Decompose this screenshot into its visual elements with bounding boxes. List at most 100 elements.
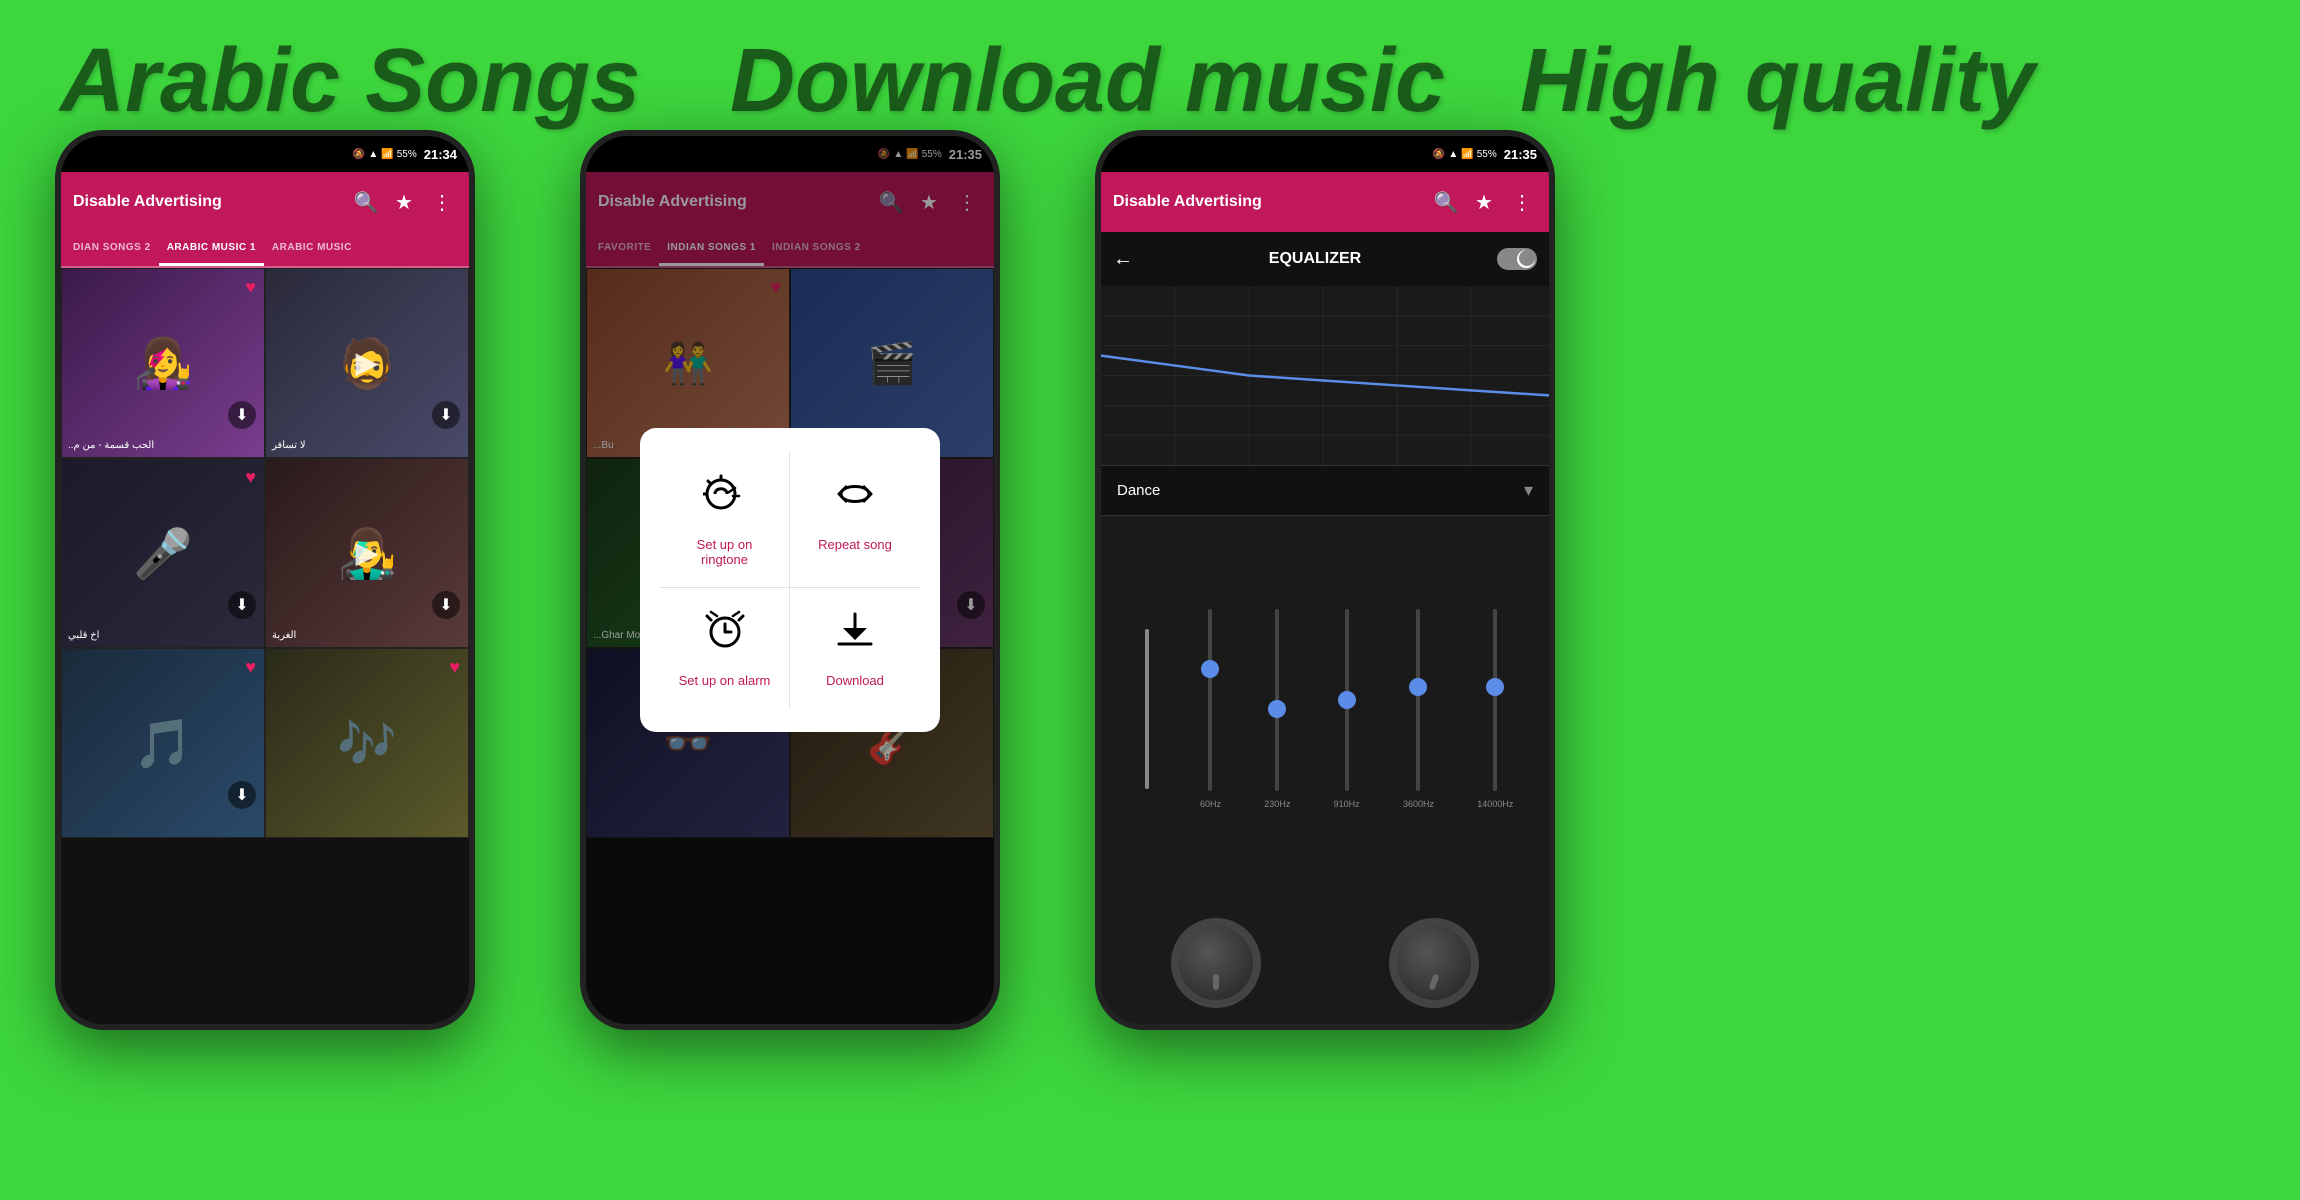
chevron-down-icon: ▾ bbox=[1524, 480, 1533, 501]
download-icon[interactable]: ⬇ bbox=[432, 401, 460, 429]
eq-title: EQUALIZER bbox=[1145, 250, 1485, 268]
eq-graph bbox=[1101, 286, 1549, 466]
repeat-song-option[interactable]: Repeat song bbox=[790, 452, 920, 587]
slider-14000hz[interactable]: 14000Hz bbox=[1477, 609, 1513, 809]
back-button[interactable]: ← bbox=[1113, 248, 1133, 271]
slider-230hz[interactable]: 230Hz bbox=[1264, 609, 1290, 809]
slider-label: 230Hz bbox=[1264, 799, 1290, 809]
tab-dian-songs-2[interactable]: DIAN SONGS 2 bbox=[65, 232, 159, 266]
slider-label: 60Hz bbox=[1200, 799, 1221, 809]
tab-arabic-music-1[interactable]: ARABIC MUSIC 1 bbox=[159, 232, 264, 266]
slider-track bbox=[1275, 609, 1279, 791]
ringtone-label: Set up on ringtone bbox=[676, 537, 773, 567]
app-title-1: Disable Advertising bbox=[73, 193, 343, 211]
download-icon[interactable]: ⬇ bbox=[432, 591, 460, 619]
slider-label: 14000Hz bbox=[1477, 799, 1513, 809]
alarm-label: Set up on alarm bbox=[679, 673, 771, 688]
play-icon[interactable]: ▶ bbox=[355, 536, 378, 571]
tabs-1: DIAN SONGS 2 ARABIC MUSIC 1 ARABIC MUSIC bbox=[61, 232, 469, 268]
phone1: 🔕 ▲ 📶 55% 21:34 Disable Advertising 🔍 ★ … bbox=[55, 130, 475, 1030]
search-icon-1[interactable]: 🔍 bbox=[351, 190, 381, 215]
slider-knob bbox=[1486, 678, 1504, 696]
play-icon[interactable]: ▶ bbox=[355, 346, 378, 381]
slider-knob bbox=[1338, 691, 1356, 709]
heart-icon[interactable]: ♥ bbox=[245, 467, 256, 488]
favorites-icon-1[interactable]: ★ bbox=[389, 190, 419, 215]
battery-level: 55% bbox=[1477, 149, 1497, 160]
repeat-icon bbox=[833, 472, 877, 525]
slider-label: 910Hz bbox=[1334, 799, 1360, 809]
download-label: Download bbox=[826, 673, 884, 688]
slider-label: 3600Hz bbox=[1403, 799, 1434, 809]
list-item[interactable]: 👨‍🎤 ▶ ⬇ الغربة bbox=[265, 458, 469, 648]
phone3: 🔕 ▲ 📶 55% 21:35 Disable Advertising 🔍 ★ … bbox=[1095, 130, 1555, 1030]
eq-preset[interactable]: Dance ▾ bbox=[1101, 466, 1549, 516]
slider-track bbox=[1416, 609, 1420, 791]
app-title-3: Disable Advertising bbox=[1113, 193, 1423, 211]
song-name: اخ قلبي bbox=[68, 630, 99, 641]
knob-1[interactable] bbox=[1171, 918, 1261, 1008]
list-item[interactable]: 👩‍🎤 ♥ ⬇ الحب قسمة - من م.. bbox=[61, 268, 265, 458]
wifi-icon: ▲ bbox=[368, 149, 378, 160]
tab-arabic-music-2[interactable]: ARABIC MUSIC bbox=[264, 232, 360, 266]
slider-track bbox=[1345, 609, 1349, 791]
heart-icon[interactable]: ♥ bbox=[449, 657, 460, 678]
list-item[interactable]: 🧔 ▶ ⬇ لا تسافر bbox=[265, 268, 469, 458]
slider-track bbox=[1208, 609, 1212, 791]
repeat-label: Repeat song bbox=[818, 537, 892, 552]
song-name: الغربة bbox=[272, 630, 296, 641]
time-display-1: 21:34 bbox=[424, 147, 457, 162]
sliders-row: 60Hz 230Hz 910Hz bbox=[1101, 609, 1549, 809]
download-option[interactable]: Download bbox=[790, 588, 920, 708]
slider-910hz[interactable]: 910Hz bbox=[1334, 609, 1360, 809]
section-title-quality: High quality bbox=[1520, 30, 2035, 133]
status-icons-3: 🔕 ▲ 📶 55% 21:35 bbox=[1433, 147, 1537, 162]
heart-icon[interactable]: ♥ bbox=[245, 657, 256, 678]
slider-knob bbox=[1268, 700, 1286, 718]
song-grid-1: 👩‍🎤 ♥ ⬇ الحب قسمة - من م.. 🧔 ▶ ⬇ لا تساف… bbox=[61, 268, 469, 1024]
list-item[interactable]: 🎶 ♥ bbox=[265, 648, 469, 838]
options-modal: Set up on ringtone Repeat song bbox=[640, 428, 940, 732]
eq-knobs-row bbox=[1101, 902, 1549, 1024]
list-item[interactable]: 🎵 ♥ ⬇ bbox=[61, 648, 265, 838]
battery-level: 55% bbox=[397, 149, 417, 160]
favorites-icon-3[interactable]: ★ bbox=[1469, 190, 1499, 215]
slider-knob bbox=[1201, 660, 1219, 678]
phone2: 🔕 ▲ 📶 55% 21:35 Disable Advertising 🔍 ★ … bbox=[580, 130, 1000, 1030]
download-icon[interactable]: ⬇ bbox=[228, 781, 256, 809]
song-name: لا تسافر bbox=[272, 440, 306, 451]
download-icon[interactable]: ⬇ bbox=[228, 401, 256, 429]
download-icon[interactable]: ⬇ bbox=[228, 591, 256, 619]
list-item[interactable]: 🎤 ♥ ⬇ اخ قلبي bbox=[61, 458, 265, 648]
status-icons-1: 🔕 ▲ 📶 55% 21:34 bbox=[353, 147, 457, 162]
more-icon-3[interactable]: ⋮ bbox=[1507, 190, 1537, 215]
song-name: الحب قسمة - من م.. bbox=[68, 440, 154, 451]
signal-icon: 📶 bbox=[1461, 149, 1473, 160]
equalizer-screen: ← EQUALIZER bbox=[1101, 232, 1549, 1024]
modal-backdrop[interactable]: Set up on ringtone Repeat song bbox=[586, 136, 994, 1024]
slider-track bbox=[1493, 609, 1497, 791]
status-bar-3: 🔕 ▲ 📶 55% 21:35 bbox=[1101, 136, 1549, 172]
heart-icon[interactable]: ♥ bbox=[245, 277, 256, 298]
more-icon-1[interactable]: ⋮ bbox=[427, 190, 457, 215]
section-title-download: Download music bbox=[730, 30, 1445, 133]
download-icon-modal bbox=[833, 608, 877, 661]
slider-60hz[interactable]: 60Hz bbox=[1200, 609, 1221, 809]
ringtone-option[interactable]: Set up on ringtone bbox=[660, 452, 790, 587]
knob-2[interactable] bbox=[1389, 918, 1479, 1008]
app-bar-3: Disable Advertising 🔍 ★ ⋮ bbox=[1101, 172, 1549, 232]
slider-3600hz[interactable]: 3600Hz bbox=[1403, 609, 1434, 809]
eq-sliders-container: 60Hz 230Hz 910Hz bbox=[1101, 516, 1549, 902]
notification-icon: 🔕 bbox=[353, 149, 365, 160]
preset-label: Dance bbox=[1117, 482, 1160, 499]
app-bar-1: Disable Advertising 🔍 ★ ⋮ bbox=[61, 172, 469, 232]
slider-knob bbox=[1409, 678, 1427, 696]
search-icon-3[interactable]: 🔍 bbox=[1431, 190, 1461, 215]
section-title-arabic: Arabic Songs bbox=[60, 30, 640, 133]
notification-icon: 🔕 bbox=[1433, 149, 1445, 160]
eq-toggle[interactable] bbox=[1497, 248, 1537, 270]
wifi-icon: ▲ bbox=[1448, 149, 1458, 160]
status-bar-1: 🔕 ▲ 📶 55% 21:34 bbox=[61, 136, 469, 172]
alarm-option[interactable]: Set up on alarm bbox=[660, 588, 790, 708]
ringtone-icon bbox=[703, 472, 747, 525]
